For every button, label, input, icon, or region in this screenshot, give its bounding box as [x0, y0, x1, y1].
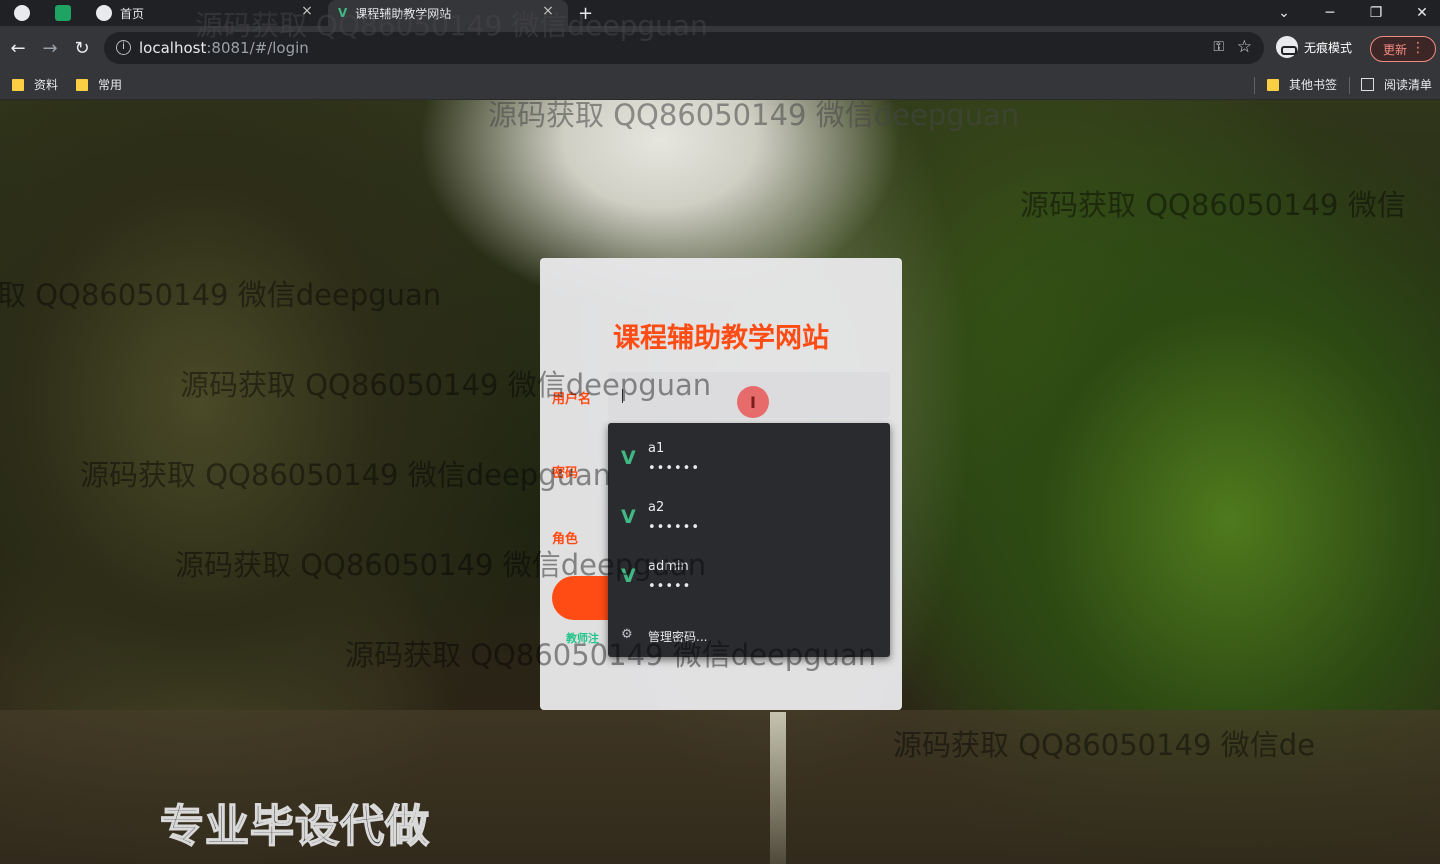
pinned-tab[interactable]	[55, 0, 71, 26]
suggestion-username: a2	[648, 500, 665, 515]
suggestion-password: ••••••	[648, 461, 701, 476]
promo-banner-text: 专业毕设代做	[159, 800, 430, 853]
watermark: 源码获取 QQ86050149 微信deepguan	[175, 548, 707, 582]
more-icon: ⋮	[1411, 40, 1425, 56]
back-icon[interactable]: ←	[6, 36, 30, 60]
sheet-icon	[55, 5, 71, 21]
folder-icon	[76, 78, 88, 91]
watermark: 源码获取 QQ86050149 微信deepguan	[80, 458, 612, 492]
bookmark-divider	[1254, 77, 1255, 94]
tab-title: 首页	[120, 6, 145, 21]
other-bookmarks[interactable]: 其他书签	[1267, 76, 1337, 93]
bookmark-folder[interactable]: 常用	[76, 76, 122, 93]
bookmark-divider	[1349, 77, 1350, 94]
forward-icon[interactable]: →	[38, 36, 62, 60]
watermark: 源码获取 QQ86050149 微信de	[893, 728, 1315, 762]
watermark: 源码获取 QQ86050149 微信deepguan	[0, 278, 442, 312]
key-icon[interactable]: ⚿	[1213, 39, 1224, 55]
update-button[interactable]: 更新 ⋮	[1370, 36, 1436, 62]
browser-menu-icon[interactable]	[14, 0, 30, 26]
update-label: 更新	[1383, 42, 1408, 57]
folder-icon	[1267, 78, 1279, 91]
vue-icon: V	[621, 506, 636, 528]
other-bookmarks-label: 其他书签	[1289, 78, 1338, 92]
site-info-icon[interactable]: i	[116, 40, 131, 55]
bookmark-label: 资料	[34, 78, 59, 92]
reading-list-label: 阅读清单	[1384, 78, 1433, 92]
bookmarks-bar: 资料 常用 其他书签 阅读清单	[0, 70, 1440, 100]
bookmark-label: 常用	[98, 78, 123, 92]
reading-list[interactable]: 阅读清单	[1361, 76, 1432, 93]
globe-icon	[14, 5, 30, 21]
watermark: 源码获取 QQ86050149 微信deepguan	[180, 368, 712, 402]
background-glint	[770, 712, 786, 864]
minimize-icon[interactable]: ─	[1310, 0, 1350, 26]
incognito-icon	[1276, 36, 1298, 58]
globe-icon	[96, 5, 112, 21]
window-close-icon[interactable]: ✕	[1402, 0, 1440, 26]
reload-icon[interactable]: ↻	[70, 36, 94, 60]
suggestion-password: ••••••	[648, 520, 701, 535]
login-page: 课程辅助教学网站 用户名 密码 角色 教师注 I V a1 •••••• V a…	[0, 100, 1440, 864]
password-autofill-dropdown: V a1 •••••• V a2 •••••• V admin ••••• ⚙ …	[608, 423, 890, 657]
reading-list-icon	[1361, 78, 1374, 91]
restore-icon[interactable]: ❐	[1356, 0, 1396, 26]
bookmark-folder[interactable]: 资料	[12, 76, 58, 93]
incognito-label: 无痕模式	[1304, 40, 1353, 55]
vue-icon: V	[621, 447, 636, 469]
folder-icon	[12, 78, 24, 91]
watermark: 源码获取 QQ86050149 微信deepguan	[345, 638, 877, 672]
suggestion-username: a1	[648, 441, 665, 456]
site-title: 课程辅助教学网站	[613, 323, 829, 354]
watermark: 源码获取 QQ86050149 微信deepguan	[488, 100, 1020, 132]
incognito-indicator[interactable]: 无痕模式	[1276, 36, 1352, 58]
text-cursor-icon: I	[750, 393, 756, 412]
watermark: 源码获取 QQ86050149 微信deepguan	[195, 9, 708, 42]
tab-search-icon[interactable]: ⌄	[1264, 0, 1304, 26]
star-icon[interactable]: ☆	[1237, 37, 1252, 57]
autofill-suggestion[interactable]: V a2 ••••••	[608, 486, 890, 544]
watermark: 源码获取 QQ86050149 微信	[1020, 188, 1406, 222]
autofill-suggestion[interactable]: V a1 ••••••	[608, 427, 890, 485]
